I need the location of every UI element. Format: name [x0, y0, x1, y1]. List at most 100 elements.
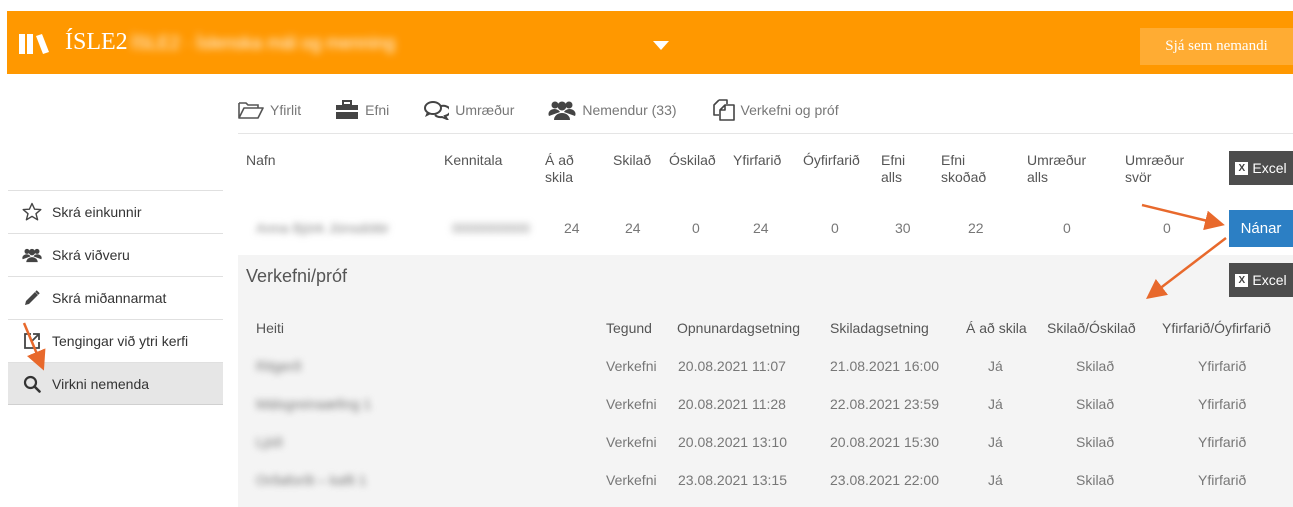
cell-submitted: 24 — [625, 220, 641, 236]
cell-discussions: 0 — [1063, 220, 1071, 236]
assignment-open: 20.08.2021 13:10 — [678, 434, 787, 450]
folder-open-icon — [238, 102, 264, 119]
assignment-type: Verkefni — [606, 396, 657, 412]
excel-icon: X — [1235, 161, 1249, 175]
header-line: Umræður — [1027, 152, 1087, 168]
student-kennitala: 0000000000 — [452, 220, 530, 236]
col-header-due: Á að skila — [545, 152, 574, 186]
student-name: Anna Björk Jónsdóttir — [256, 220, 390, 236]
sidebar-item-grades[interactable]: Skrá einkunnir — [8, 190, 223, 233]
assignments-title: Verkefni/próf — [246, 266, 348, 286]
sidebar-item-label: Tengingar við ytri kerfi — [52, 333, 189, 349]
header-line: Umræður — [1125, 152, 1185, 168]
assign-header-to-submit: Á að skila — [966, 320, 1027, 336]
cell-due: 24 — [564, 220, 580, 236]
assignment-status: Skilað — [1076, 472, 1115, 488]
sidebar-item-student-activity[interactable]: Virkni nemenda — [8, 362, 223, 405]
cell-material: 30 — [895, 220, 911, 236]
tab-overview[interactable]: Yfirlit — [238, 100, 301, 120]
assignment-to-submit: Já — [988, 358, 1003, 374]
pencil-icon — [22, 288, 42, 308]
assignment-type: Verkefni — [606, 358, 657, 374]
copy-icon — [712, 99, 735, 121]
cell-reviewed: 24 — [753, 220, 769, 236]
col-header-replies: Umræður svör — [1125, 152, 1184, 186]
assignment-to-submit: Já — [988, 472, 1003, 488]
assignment-to-submit: Já — [988, 434, 1003, 450]
col-header-unsubmitted: Óskilað — [669, 152, 716, 168]
books-logo-icon — [19, 34, 49, 54]
tab-label: Efni — [365, 102, 390, 118]
excel-icon: X — [1235, 273, 1249, 287]
sidebar-item-label: Skrá miðannarmat — [52, 290, 167, 306]
details-button[interactable]: Nánar — [1229, 210, 1293, 247]
assignment-due: 22.08.2021 23:59 — [830, 396, 939, 412]
assignment-type: Verkefni — [606, 472, 657, 488]
header-line: svör — [1125, 169, 1152, 185]
header-line: alls — [881, 169, 903, 185]
excel-export-button[interactable]: X Excel — [1229, 151, 1293, 185]
app-header: ÍSLE2 ÍSLE2 · Íslenska mál og menning Sj… — [7, 11, 1293, 74]
course-code: ÍSLE2 — [65, 29, 128, 55]
users-icon — [22, 245, 42, 265]
tab-students[interactable]: Nemendur (33) — [548, 100, 677, 120]
search-icon — [22, 374, 42, 394]
col-header-name: Nafn — [246, 152, 276, 168]
header-line: skoðað — [941, 169, 987, 185]
tab-label: Verkefni og próf — [740, 102, 839, 118]
assignments-excel-button[interactable]: X Excel — [1229, 263, 1293, 297]
briefcase-icon — [336, 100, 359, 119]
col-header-submitted: Skilað — [613, 152, 652, 168]
sidebar-item-label: Skrá viðveru — [52, 247, 130, 263]
assignment-to-submit: Já — [988, 396, 1003, 412]
assignment-due: 21.08.2021 16:00 — [830, 358, 939, 374]
assignment-status: Skilað — [1076, 396, 1115, 412]
assignment-review: Yfirfarið — [1198, 472, 1247, 488]
header-line: Á að — [545, 152, 574, 168]
assignment-review: Yfirfarið — [1198, 358, 1247, 374]
assignments-panel: Verkefni/próf — [238, 255, 1293, 507]
comments-icon — [424, 101, 450, 120]
sidebar-item-integrations[interactable]: Tengingar við ytri kerfi — [8, 319, 223, 362]
col-header-discussions: Umræður alls — [1027, 152, 1086, 186]
tab-assignments[interactable]: Verkefni og próf — [711, 99, 839, 121]
course-selector[interactable]: ÍSLE2 · Íslenska mál og menning — [131, 33, 395, 54]
sidebar-item-label: Virkni nemenda — [52, 375, 150, 392]
star-icon — [22, 202, 42, 222]
sidebar: Skrá einkunnir Skrá viðveru Skrá miðanna… — [8, 190, 223, 405]
assignment-name: Orðaforði – kafli 1 — [256, 472, 367, 488]
assign-header-status: Skilað/Óskilað — [1047, 320, 1136, 336]
tab-discussions[interactable]: Umræður — [423, 100, 514, 120]
header-line: Efni — [941, 152, 966, 168]
assignment-due: 23.08.2021 22:00 — [830, 472, 939, 488]
cell-viewed: 22 — [968, 220, 984, 236]
sidebar-item-label: Skrá einkunnir — [52, 204, 142, 220]
external-link-icon — [22, 331, 42, 351]
col-header-unreviewed: Óyfirfarið — [803, 152, 860, 168]
col-header-material: Efni alls — [881, 152, 905, 186]
col-header-reviewed: Yfirfarið — [733, 152, 782, 168]
assignment-status: Skilað — [1076, 358, 1115, 374]
users-icon — [548, 101, 576, 120]
view-as-student-button[interactable]: Sjá sem nemandi — [1140, 28, 1293, 65]
top-strip — [0, 0, 1293, 11]
cell-replies: 0 — [1163, 220, 1171, 236]
tab-label: Nemendur (33) — [582, 102, 677, 118]
col-header-kennitala: Kennitala — [444, 152, 503, 168]
excel-label: Excel — [1252, 160, 1287, 176]
arrow-to-details — [1141, 203, 1225, 231]
assignment-name: Ritgerð — [256, 358, 302, 374]
caret-down-icon[interactable] — [653, 41, 669, 50]
sidebar-item-attendance[interactable]: Skrá viðveru — [8, 233, 223, 276]
header-line: skila — [545, 169, 574, 185]
tabs-divider — [238, 133, 1293, 134]
tab-material[interactable]: Efni — [335, 100, 389, 120]
assignment-review: Yfirfarið — [1198, 434, 1247, 450]
assign-header-review: Yfirfarið/Óyfirfarið — [1162, 320, 1271, 336]
cell-unsubmitted: 0 — [692, 220, 700, 236]
sidebar-item-midterm[interactable]: Skrá miðannarmat — [8, 276, 223, 319]
assignment-type: Verkefni — [606, 434, 657, 450]
assign-header-type: Tegund — [606, 320, 652, 336]
tab-label: Umræður — [455, 102, 515, 118]
assignment-status: Skilað — [1076, 434, 1115, 450]
